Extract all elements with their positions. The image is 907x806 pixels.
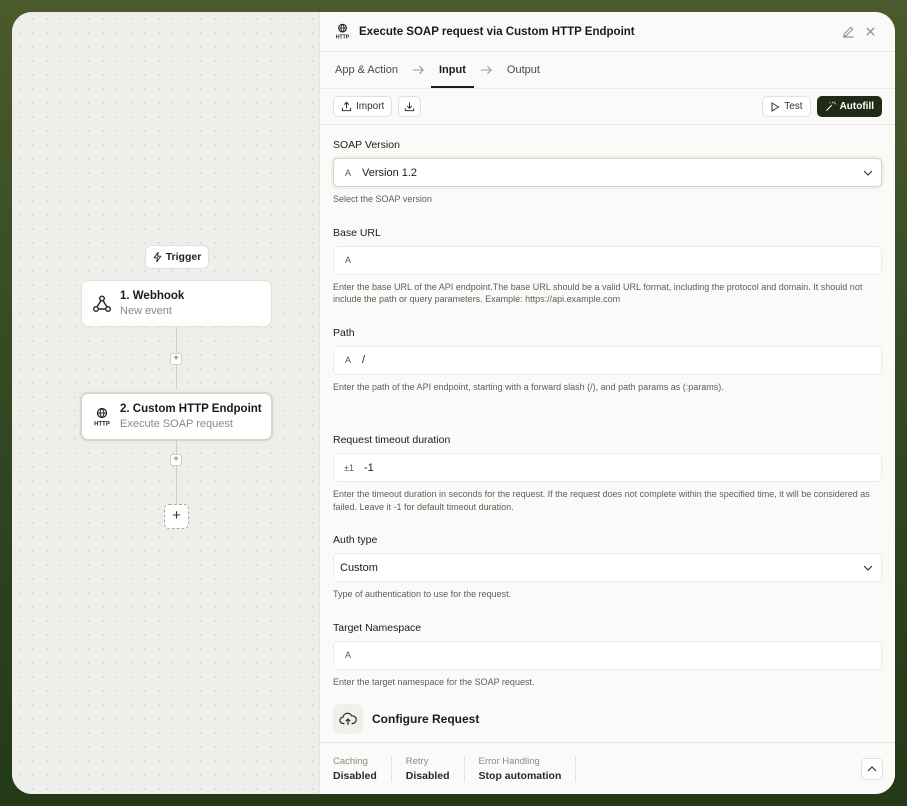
arrow-right-icon <box>480 65 493 75</box>
node-title: 1. Webhook <box>120 290 185 302</box>
autofill-button[interactable]: Autofill <box>816 96 882 117</box>
base-url-input[interactable]: A <box>333 245 882 275</box>
expand-footer-button[interactable] <box>861 757 883 780</box>
auth-type-value: Custom <box>340 561 378 574</box>
http-icon: HTTP <box>336 23 350 40</box>
text-type-icon: A <box>344 355 351 365</box>
node-custom-http[interactable]: HTTP 2. Custom HTTP Endpoint Execute SOA… <box>80 392 273 441</box>
download-button[interactable] <box>398 96 422 117</box>
namespace-group: Target Namespace A Enter the target name… <box>333 622 882 689</box>
node-title: 2. Custom HTTP Endpoint <box>120 403 262 415</box>
app-frame: Trigger 1. Webhook New event + HTTP 2. C… <box>12 12 895 794</box>
soap-version-help: Select the SOAP version <box>333 194 432 204</box>
namespace-help: Enter the target namespace for the SOAP … <box>333 676 535 687</box>
configure-request-section[interactable]: Configure Request <box>333 704 882 734</box>
panel-header: HTTP Execute SOAP request via Custom HTT… <box>320 12 895 52</box>
webhook-icon <box>92 294 112 314</box>
download-icon <box>405 102 415 112</box>
timeout-label: Request timeout duration <box>333 434 451 446</box>
edit-icon[interactable] <box>837 21 859 43</box>
timeout-input[interactable]: ±1 -1 <box>333 453 882 482</box>
panel-footer: Caching Disabled Retry Disabled Error Ha… <box>320 742 895 794</box>
connector-line <box>176 441 177 504</box>
cloud-upload-icon <box>333 704 363 734</box>
autofill-label: Autofill <box>839 101 874 112</box>
import-button[interactable]: Import <box>333 96 393 117</box>
close-icon[interactable] <box>859 21 881 43</box>
soap-version-group: SOAP Version A Version 1.2 Select the SO… <box>333 139 882 206</box>
node-subtitle: Execute SOAP request <box>120 418 233 430</box>
step-config-panel: HTTP Execute SOAP request via Custom HTT… <box>319 12 895 794</box>
step-tabs: App & Action Input Output <box>320 52 895 89</box>
text-type-icon: A <box>344 167 351 178</box>
test-label: Test <box>784 101 803 112</box>
retry-caption: Retry <box>405 755 429 767</box>
trigger-chip[interactable]: Trigger <box>145 245 209 269</box>
path-input[interactable]: A / <box>333 345 882 375</box>
soap-version-select[interactable]: A Version 1.2 <box>333 158 882 187</box>
http-icon: HTTP <box>92 407 112 427</box>
number-type-icon: ±1 <box>344 462 354 473</box>
node-webhook[interactable]: 1. Webhook New event <box>81 280 272 327</box>
play-icon <box>771 101 780 112</box>
path-help: Enter the path of the API endpoint, star… <box>333 381 724 392</box>
path-label: Path <box>333 326 355 339</box>
tab-output[interactable]: Output <box>507 53 540 87</box>
import-label: Import <box>356 101 385 112</box>
timeout-value: -1 <box>364 461 374 474</box>
error-handling-caption: Error Handling <box>478 755 540 767</box>
input-form: SOAP Version A Version 1.2 Select the SO… <box>320 139 895 734</box>
node-subtitle: New event <box>120 305 172 317</box>
path-group: Path A / Enter the path of the API endpo… <box>333 327 882 394</box>
add-node-button[interactable]: + <box>164 504 189 529</box>
arrow-right-icon <box>412 65 425 75</box>
retry-setting[interactable]: Retry Disabled <box>405 755 465 782</box>
text-type-icon: A <box>344 255 351 265</box>
base-url-help: Enter the base URL of the API endpoint.T… <box>333 281 863 305</box>
test-button[interactable]: Test <box>762 96 811 117</box>
chevron-down-icon <box>863 170 873 176</box>
caching-value: Disabled <box>333 769 377 782</box>
svg-text:HTTP: HTTP <box>336 35 350 40</box>
caching-caption: Caching <box>333 755 368 767</box>
svg-text:HTTP: HTTP <box>94 421 110 427</box>
namespace-label: Target Namespace <box>333 621 422 634</box>
chevron-down-icon <box>863 565 873 571</box>
base-url-label: Base URL <box>333 226 381 239</box>
timeout-group: Request timeout duration ±1 -1 Enter the… <box>333 434 882 513</box>
soap-version-label: SOAP Version <box>333 139 400 151</box>
auth-type-select[interactable]: Custom <box>333 553 882 582</box>
tab-app-action[interactable]: App & Action <box>335 53 398 87</box>
base-url-group: Base URL A Enter the base URL of the API… <box>333 227 882 306</box>
auth-type-group: Auth type Custom Type of authentication … <box>333 534 882 601</box>
magic-wand-icon <box>825 101 836 111</box>
upload-icon <box>341 101 352 112</box>
auth-type-label: Auth type <box>333 534 378 546</box>
retry-value: Disabled <box>405 769 450 782</box>
configure-request-label: Configure Request <box>372 712 480 726</box>
add-step-button[interactable]: + <box>170 353 182 365</box>
input-toolbar: Import Test Autofill <box>320 89 895 125</box>
soap-version-value: Version 1.2 <box>362 166 418 179</box>
bolt-icon <box>153 252 161 262</box>
text-type-icon: A <box>344 650 351 660</box>
error-handling-value: Stop automation <box>478 769 562 782</box>
trigger-label: Trigger <box>165 251 202 263</box>
error-handling-setting[interactable]: Error Handling Stop automation <box>478 755 577 782</box>
path-value: / <box>362 354 366 366</box>
tab-input[interactable]: Input <box>431 53 474 88</box>
namespace-input[interactable]: A <box>333 640 882 670</box>
caching-setting[interactable]: Caching Disabled <box>333 755 392 782</box>
panel-title: Execute SOAP request via Custom HTTP End… <box>359 25 635 38</box>
add-step-button[interactable]: + <box>170 454 182 466</box>
auth-type-help: Type of authentication to use for the re… <box>333 589 512 599</box>
workflow-canvas[interactable]: Trigger 1. Webhook New event + HTTP 2. C… <box>12 12 319 794</box>
chevron-up-icon <box>867 765 877 771</box>
timeout-help: Enter the timeout duration in seconds fo… <box>333 489 870 512</box>
